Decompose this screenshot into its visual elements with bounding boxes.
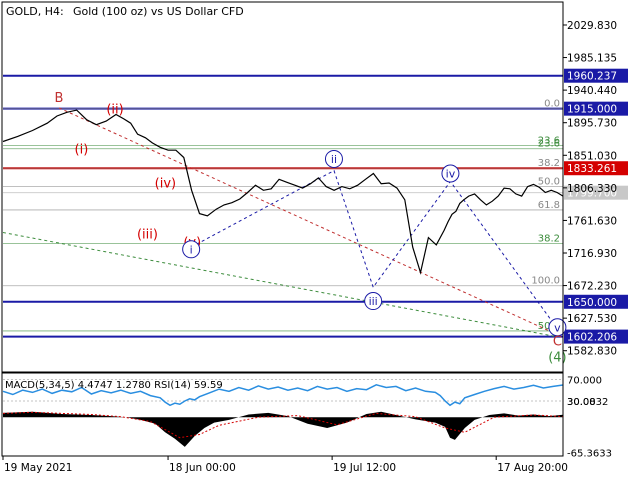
chart-symbol: GOLD, H4: [6, 5, 64, 18]
fib-level-label: 23.6 [538, 139, 560, 150]
wave-label: (ii) [106, 103, 123, 118]
time-axis-label: 19 May 2021 [4, 462, 72, 474]
price-axis-label: 1761.630 [567, 215, 617, 227]
price-axis-label: 1851.030 [567, 150, 617, 162]
indicator-axis-label: 30.00 [567, 397, 596, 408]
fib-level-label: 38.2 [538, 233, 560, 244]
chart-description: Gold (100 oz) vs US Dollar CFD [73, 5, 244, 18]
time-axis-label: 19 Jul 12:00 [333, 462, 396, 474]
wave-label: C [553, 334, 562, 349]
indicator-title: MACD(5,34,5) 4.4747 1.2780 RSI(14) 59.59 [5, 380, 223, 391]
price-chart[interactable]: 1960.2371915.0001833.2611799.7001650.000… [0, 0, 640, 480]
fib-level-label: 0.0 [544, 99, 560, 110]
fib-level-label: 61.8 [538, 200, 560, 211]
wave-label: (iv) [155, 176, 176, 191]
wave-label: B [55, 91, 64, 106]
level-label: 1602.206 [567, 332, 617, 344]
time-axis-label: 17 Aug 20:00 [497, 462, 568, 474]
wave-label: ii [331, 153, 337, 166]
price-axis-label: 1716.930 [567, 248, 617, 260]
fib-level-label: 100.0 [531, 276, 560, 287]
level-label: 1960.237 [567, 71, 617, 83]
price-axis-label: 1582.830 [567, 346, 617, 358]
wave-label: (4) [548, 350, 566, 365]
wave-label: iv [446, 168, 456, 181]
level-label: 1650.000 [567, 297, 617, 309]
wave-label: v [554, 321, 561, 334]
indicator-axis-label: 70.000 [567, 375, 602, 386]
wave-label: iii [369, 295, 378, 308]
level-label: 1833.261 [567, 163, 617, 175]
wave-label: (i) [75, 143, 89, 158]
wave-label: (iii) [137, 227, 158, 242]
fib-level-label: 38.2 [538, 158, 560, 169]
indicator-axis-label: -65.3633 [567, 448, 612, 459]
price-axis-label: 1940.440 [567, 85, 617, 97]
price-axis-label: 1627.530 [567, 313, 617, 325]
fib-level-label: 50.0 [538, 177, 560, 188]
level-label: 1915.000 [567, 104, 617, 116]
wave-label: i [190, 243, 193, 256]
price-axis-label: 1672.230 [567, 281, 617, 293]
price-axis-label: 2029.830 [567, 20, 617, 32]
price-axis-label: 1985.135 [567, 53, 617, 65]
price-axis-label: 1806.330 [567, 183, 617, 195]
price-axis-label: 1895.730 [567, 118, 617, 130]
time-axis-label: 18 Jun 00:00 [169, 462, 236, 474]
